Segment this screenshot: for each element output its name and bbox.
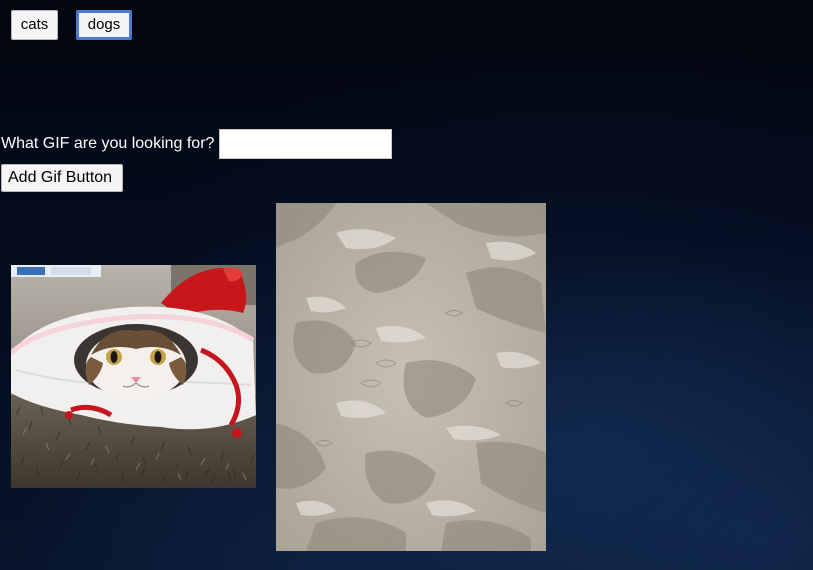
- topic-button-cats[interactable]: cats: [11, 10, 58, 40]
- sand-gif-image[interactable]: [276, 203, 546, 551]
- cat-gif-image[interactable]: [11, 265, 256, 488]
- search-prompt-label: What GIF are you looking for?: [1, 135, 215, 152]
- add-gif-button[interactable]: Add Gif Button: [1, 164, 123, 192]
- gif-search-input[interactable]: [219, 129, 392, 159]
- topic-button-dogs[interactable]: dogs: [76, 10, 132, 40]
